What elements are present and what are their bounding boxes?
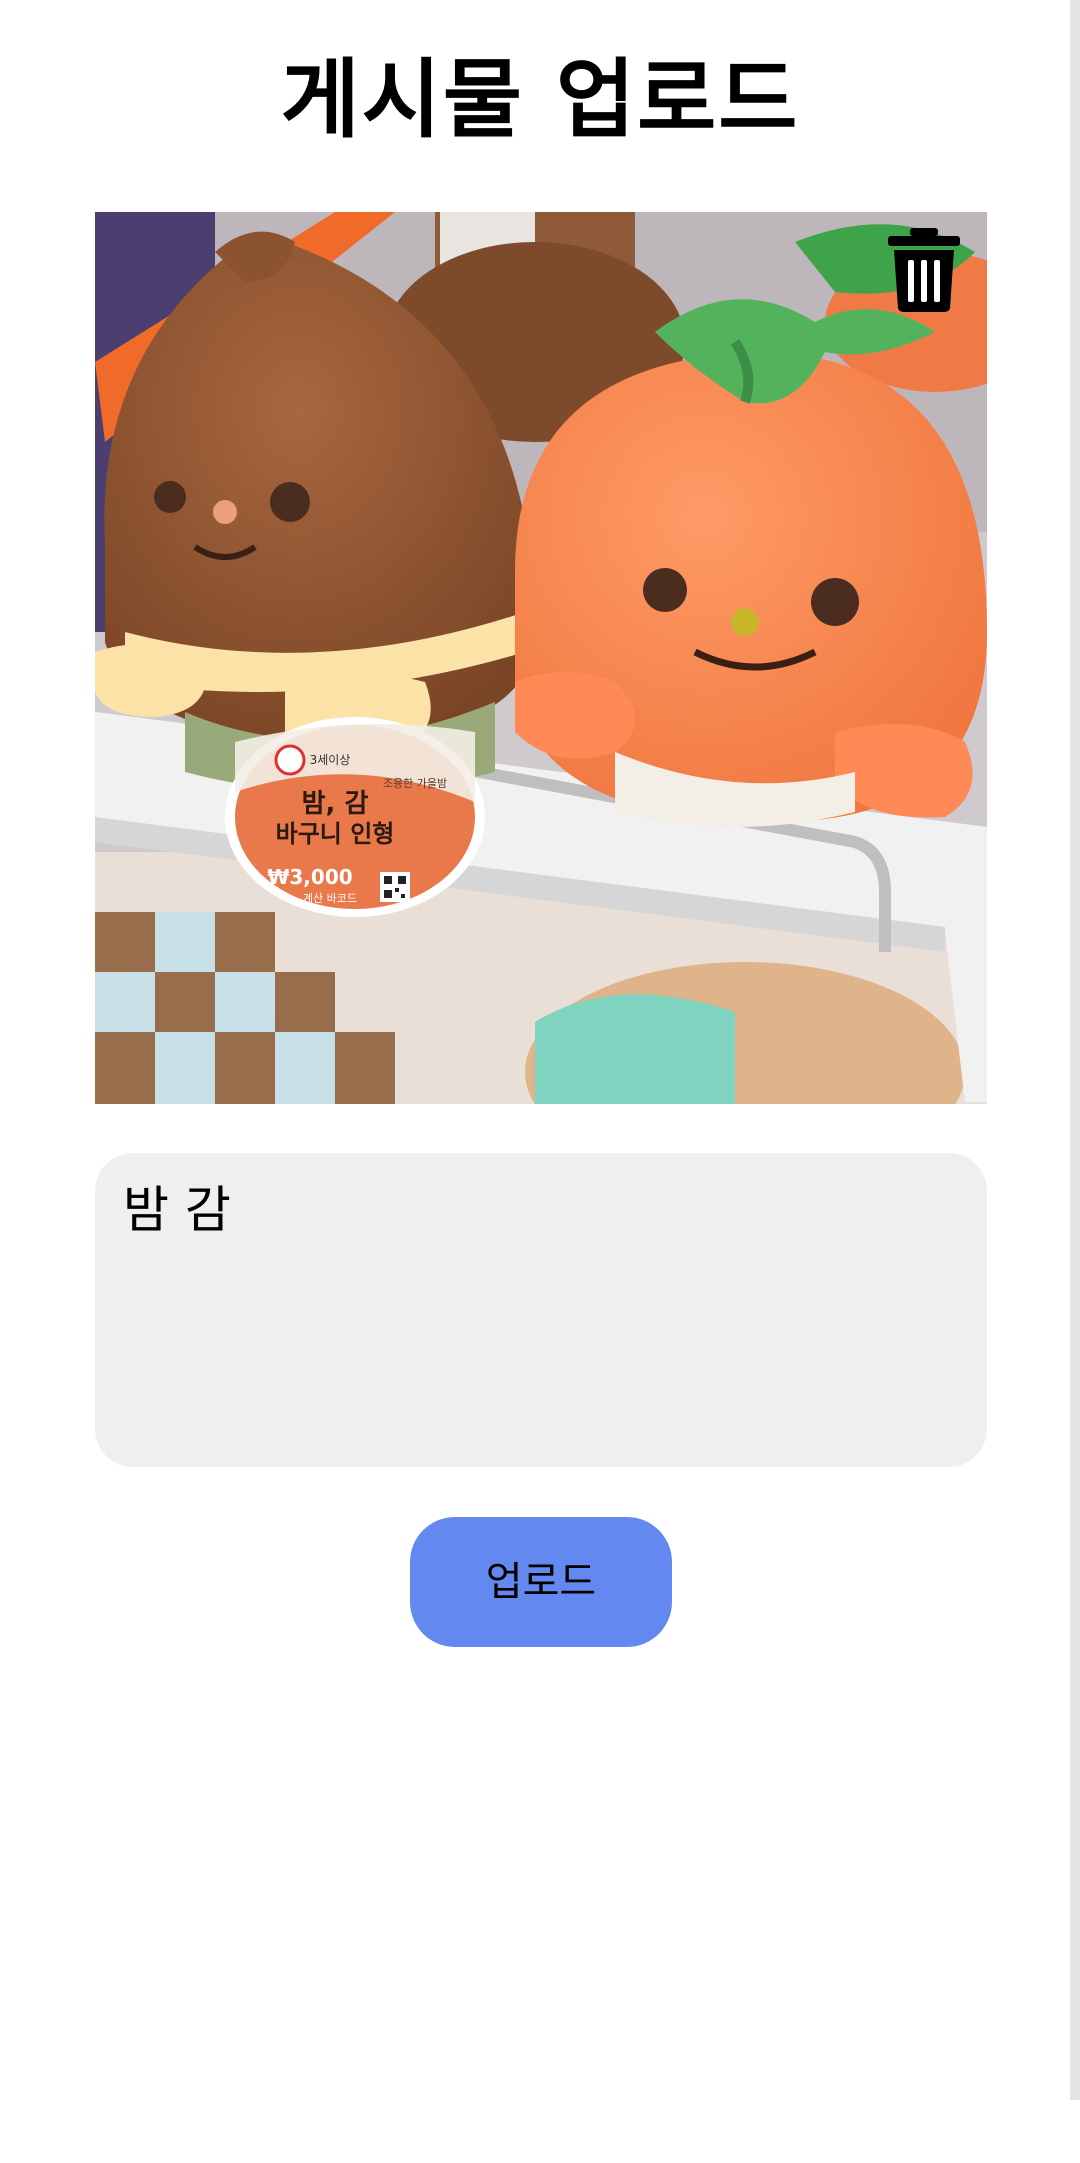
- caption-input[interactable]: 밤 감: [95, 1153, 987, 1467]
- tag-line2: 바구니 인형: [276, 820, 395, 848]
- age-badge: 3세이상: [310, 753, 351, 767]
- page-title: 게시물 업로드: [280, 50, 800, 150]
- photo-illustration: 3세이상 밤, 감 바구니 인형 ₩3,000 계산 바코드 조용한 가을밤: [95, 212, 987, 1104]
- delete-photo-button[interactable]: [884, 226, 964, 312]
- price-tag: 3세이상 밤, 감 바구니 인형 ₩3,000 계산 바코드 조용한 가을밤: [225, 717, 485, 917]
- upload-button[interactable]: 업로드: [410, 1517, 672, 1647]
- tag-line1: 밤, 감: [302, 789, 369, 819]
- tag-side-note: 조용한 가을밤: [383, 777, 447, 790]
- scrollbar[interactable]: [1070, 0, 1080, 2100]
- trash-icon: [888, 228, 960, 312]
- selected-photo: 3세이상 밤, 감 바구니 인형 ₩3,000 계산 바코드 조용한 가을밤: [95, 212, 987, 1104]
- upload-post-screen: 게시물 업로드 3세이상 밤, 감 바구니 인형 ₩3,000 계산 바코드 조…: [0, 0, 1080, 2163]
- tag-price: ₩3,000: [267, 865, 352, 889]
- tag-barcode-label: 계산 바코드: [303, 892, 357, 905]
